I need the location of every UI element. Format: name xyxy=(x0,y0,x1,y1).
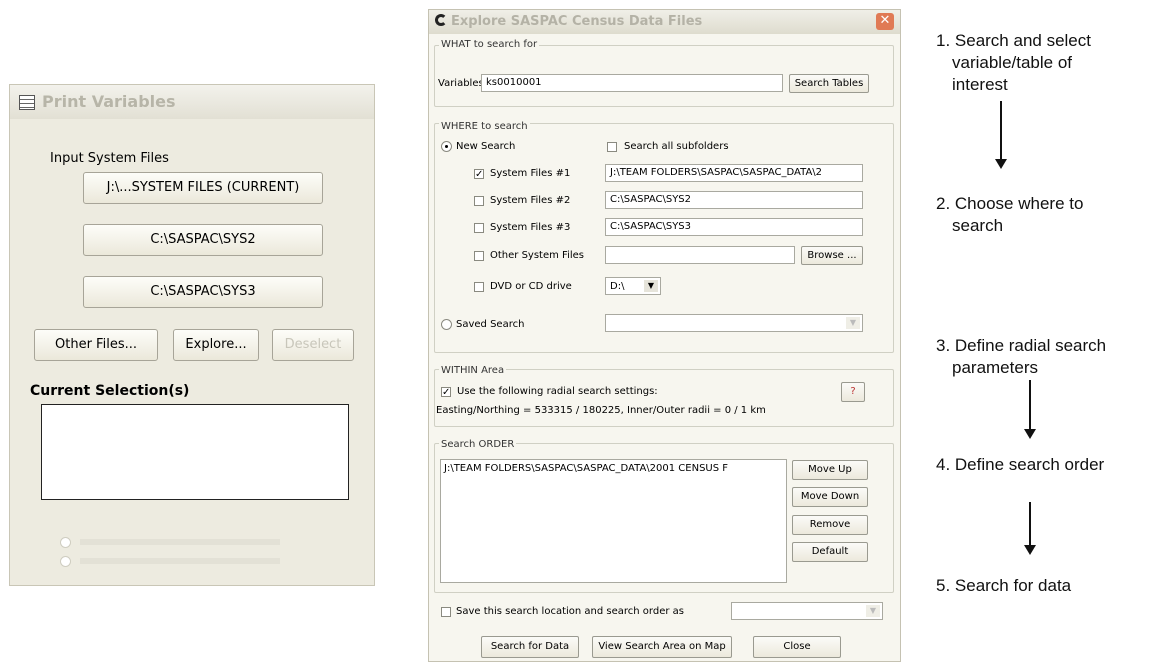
saved-search-label: Saved Search xyxy=(456,319,525,330)
other-system-files-checkbox[interactable] xyxy=(474,251,484,261)
saspac-logo-icon xyxy=(435,14,447,26)
other-files-button[interactable]: Other Files... xyxy=(34,329,158,361)
saved-search-select[interactable]: ▼ xyxy=(605,314,863,332)
system-files-3-label: System Files #3 xyxy=(490,222,571,233)
search-subfolders-label: Search all subfolders xyxy=(624,141,729,152)
step-2-line-2: search xyxy=(952,216,1004,235)
system-files-2-label: System Files #2 xyxy=(490,195,571,206)
variables-label: Variables xyxy=(438,78,484,89)
default-button[interactable]: Default xyxy=(792,542,868,562)
step-3-line-2: parameters xyxy=(952,358,1038,377)
step-3-note: 3. Define radial search parameters xyxy=(936,335,1106,379)
system-files-1-checkbox[interactable]: ✓ xyxy=(474,169,484,180)
what-group-label: WHAT to search for xyxy=(439,39,540,50)
input-system-files-label: Input System Files xyxy=(50,151,169,166)
table-icon xyxy=(19,95,35,110)
step-1-line-2: variable/table of xyxy=(952,53,1073,72)
save-search-checkbox[interactable] xyxy=(441,607,451,617)
step-5-note: 5. Search for data xyxy=(936,575,1071,597)
new-search-label: New Search xyxy=(456,141,516,152)
system-files-2-path[interactable]: C:\SASPAC\SYS2 xyxy=(605,191,863,209)
print-variables-panel: Print Variables Input System Files J:\..… xyxy=(9,84,375,586)
step-2-note: 2. Choose where to search xyxy=(936,193,1083,237)
arrow-down-icon xyxy=(1024,380,1036,439)
dvd-checkbox[interactable] xyxy=(474,282,484,292)
variables-input[interactable]: ks0010001 xyxy=(481,74,783,92)
search-order-list[interactable]: J:\TEAM FOLDERS\SASPAC\SASPAC_DATA\2001 … xyxy=(440,459,787,583)
use-radial-checkbox[interactable]: ✓ xyxy=(441,387,451,398)
step-2-line-1: 2. Choose where to xyxy=(936,194,1084,213)
save-search-label: Save this search location and search ord… xyxy=(456,606,684,617)
dvd-drive-select[interactable]: D:\ ▼ xyxy=(605,277,661,295)
view-map-button[interactable]: View Search Area on Map xyxy=(592,636,732,658)
system-file-button-1[interactable]: J:\...SYSTEM FILES (CURRENT) xyxy=(83,172,323,204)
saved-search-radio[interactable] xyxy=(441,319,452,330)
move-up-button[interactable]: Move Up xyxy=(792,460,868,480)
current-selection-label: Current Selection(s) xyxy=(30,383,190,399)
step-4-note: 4. Define search order xyxy=(936,454,1104,476)
system-file-button-3[interactable]: C:\SASPAC\SYS3 xyxy=(83,276,323,308)
close-button[interactable]: Close xyxy=(753,636,841,658)
step-1-note: 1. Search and select variable/table of i… xyxy=(936,30,1091,96)
dvd-label: DVD or CD drive xyxy=(490,281,572,292)
explore-dialog: Explore SASPAC Census Data Files ✕ WHAT … xyxy=(428,9,901,662)
search-subfolders-checkbox[interactable] xyxy=(607,142,617,152)
disabled-radio-1-label xyxy=(80,539,280,545)
easting-northing-text: Easting/Northing = 533315 / 180225, Inne… xyxy=(436,405,766,416)
search-tables-button[interactable]: Search Tables xyxy=(789,74,869,93)
arrow-down-icon xyxy=(995,101,1007,169)
system-files-1-path[interactable]: J:\TEAM FOLDERS\SASPAC\SASPAC_DATA\2 xyxy=(605,164,863,182)
disabled-radio-2-label xyxy=(80,558,280,564)
panel-title: Print Variables xyxy=(42,92,176,111)
save-name-chevron-icon[interactable]: ▼ xyxy=(866,605,880,617)
dialog-title: Explore SASPAC Census Data Files xyxy=(451,14,703,29)
move-down-button[interactable]: Move Down xyxy=(792,487,868,507)
explore-button[interactable]: Explore... xyxy=(173,329,259,361)
system-files-3-checkbox[interactable] xyxy=(474,223,484,233)
system-files-2-checkbox[interactable] xyxy=(474,196,484,206)
close-icon[interactable]: ✕ xyxy=(876,13,894,30)
disabled-radio-2[interactable] xyxy=(60,556,71,567)
step-1-line-1: 1. Search and select xyxy=(936,31,1091,50)
step-5-line-1: 5. Search for data xyxy=(936,576,1072,595)
arrow-down-icon xyxy=(1024,502,1036,555)
help-button[interactable]: ? xyxy=(841,382,865,402)
other-system-files-path[interactable] xyxy=(605,246,795,264)
use-radial-label: Use the following radial search settings… xyxy=(457,386,658,397)
within-group xyxy=(434,369,894,427)
search-for-data-button[interactable]: Search for Data xyxy=(481,636,579,658)
title-bar: Print Variables xyxy=(10,85,374,119)
step-4-line-1: 4. Define search order xyxy=(936,455,1105,474)
step-1-line-3: interest xyxy=(952,75,1008,94)
system-files-3-path[interactable]: C:\SASPAC\SYS3 xyxy=(605,218,863,236)
order-group-label: Search ORDER xyxy=(439,439,517,450)
within-group-label: WITHIN Area xyxy=(439,365,507,376)
browse-button[interactable]: Browse ... xyxy=(801,246,863,265)
other-system-files-label: Other System Files xyxy=(490,250,584,261)
disabled-radio-1[interactable] xyxy=(60,537,71,548)
save-name-select[interactable]: ▼ xyxy=(731,602,883,620)
remove-button[interactable]: Remove xyxy=(792,515,868,535)
step-3-line-1: 3. Define radial search xyxy=(936,336,1107,355)
system-files-1-label: System Files #1 xyxy=(490,168,571,179)
system-file-button-2[interactable]: C:\SASPAC\SYS2 xyxy=(83,224,323,256)
dialog-title-bar: Explore SASPAC Census Data Files ✕ xyxy=(429,10,900,34)
new-search-radio[interactable] xyxy=(441,141,452,152)
dvd-drive-value: D:\ xyxy=(610,281,625,292)
saved-search-chevron-icon[interactable]: ▼ xyxy=(846,317,860,329)
search-order-item[interactable]: J:\TEAM FOLDERS\SASPAC\SASPAC_DATA\2001 … xyxy=(444,463,728,474)
deselect-button[interactable]: Deselect xyxy=(272,329,354,361)
current-selection-list[interactable] xyxy=(41,404,349,500)
chevron-down-icon[interactable]: ▼ xyxy=(644,280,658,292)
where-group-label: WHERE to search xyxy=(439,121,530,132)
